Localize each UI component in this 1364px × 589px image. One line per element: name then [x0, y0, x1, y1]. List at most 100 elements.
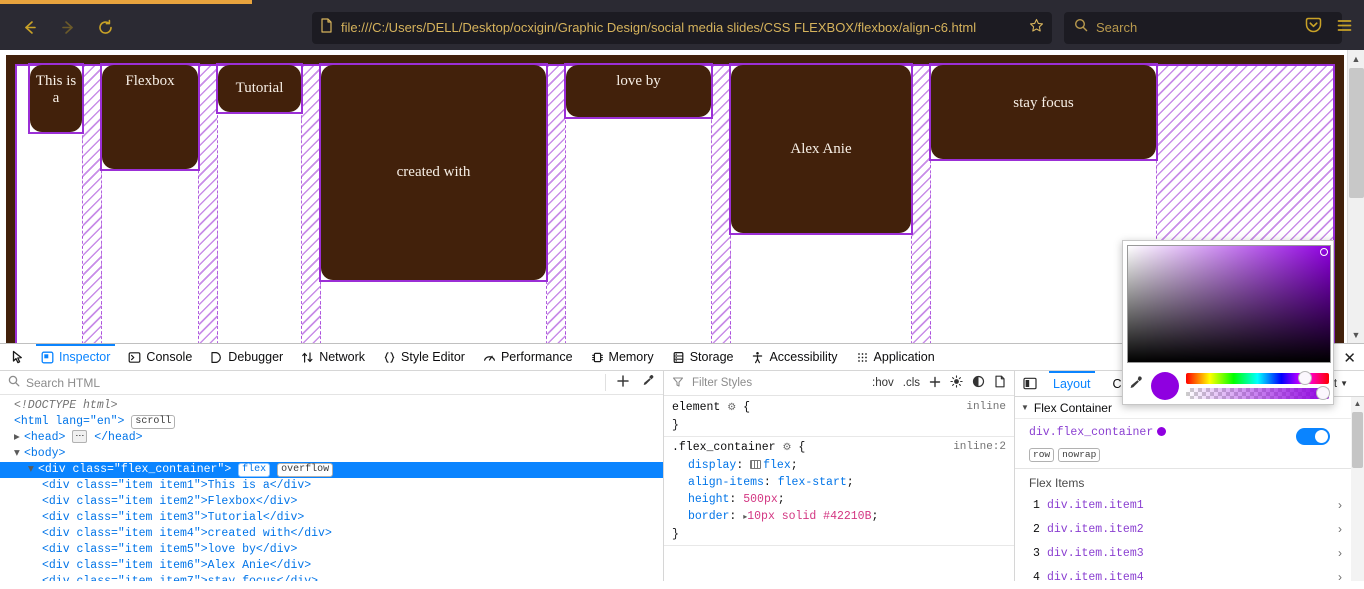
tree-line-item[interactable]: <div class="item item3">Tutorial</div>: [0, 510, 663, 526]
declaration-border[interactable]: border: ▸10px solid #42210B;: [672, 508, 1006, 526]
tab-console[interactable]: Console: [119, 344, 201, 371]
dark-mode-icon[interactable]: [972, 375, 985, 391]
close-devtools-icon[interactable]: ✕: [1343, 344, 1356, 371]
property-name[interactable]: align-items: [672, 476, 764, 489]
container-color-swatch[interactable]: [1157, 427, 1167, 436]
classes-button[interactable]: .cls: [903, 377, 920, 389]
layout-panel-scrollbar[interactable]: ▲: [1351, 397, 1364, 581]
reload-icon[interactable]: [88, 11, 122, 45]
tab-inspector[interactable]: Inspector: [32, 343, 119, 371]
page-scrollbar[interactable]: ▲ ▼: [1347, 50, 1364, 343]
rules-body[interactable]: element ⚙ { inline } .flex_container ⚙ {…: [664, 397, 1014, 581]
hue-slider-knob[interactable]: [1297, 371, 1312, 385]
flex-container-row[interactable]: div.flex_container row nowrap: [1015, 419, 1364, 469]
property-value[interactable]: 500px: [743, 493, 778, 506]
color-picker-gradient[interactable]: [1127, 245, 1331, 363]
color-picker-popup[interactable]: [1122, 240, 1334, 405]
tab-performance[interactable]: Performance: [474, 344, 582, 371]
light-mode-icon[interactable]: [950, 375, 963, 391]
chevron-right-icon[interactable]: ›: [1338, 546, 1342, 560]
tab-layout[interactable]: Layout: [1043, 370, 1101, 397]
chevron-down-icon[interactable]: ▼: [1021, 403, 1029, 412]
tree-line-item[interactable]: <div class="item item7">stay focus</div>: [0, 574, 663, 581]
alpha-slider-knob[interactable]: [1316, 386, 1331, 400]
hamburger-menu-icon[interactable]: [1335, 16, 1354, 40]
flex-item-selector[interactable]: div.item.item2: [1047, 523, 1144, 536]
chevron-right-icon[interactable]: ›: [1338, 522, 1342, 536]
rule-element[interactable]: element ⚙ { inline }: [664, 397, 1014, 437]
declaration-align-items[interactable]: align-items: flex-start;: [672, 474, 1006, 491]
tree-line-item[interactable]: <div class="item item1">This is a</div>: [0, 478, 663, 494]
property-name[interactable]: border: [672, 510, 729, 523]
add-rule-icon[interactable]: [929, 376, 941, 391]
tab-style-editor[interactable]: Style Editor: [374, 344, 474, 371]
tab-application[interactable]: Application: [847, 344, 944, 371]
scrollbar-thumb[interactable]: [1352, 412, 1363, 468]
tab-accessibility[interactable]: Accessibility: [742, 344, 846, 371]
chevron-right-icon[interactable]: ›: [1338, 570, 1342, 584]
property-value[interactable]: flex-start: [778, 476, 847, 489]
search-bar[interactable]: Search: [1064, 11, 1342, 44]
scroll-up-arrow-icon[interactable]: ▲: [1348, 50, 1364, 67]
collapsed-content-icon[interactable]: ⋯: [72, 430, 88, 443]
tree-line-head[interactable]: ▸ <head> ⋯ </head>: [0, 430, 663, 446]
tree-line-item[interactable]: <div class="item item2">Flexbox</div>: [0, 494, 663, 510]
flex-item-selector[interactable]: div.item.item1: [1047, 499, 1144, 512]
markup-search-bar[interactable]: Search HTML: [0, 371, 663, 395]
hue-slider[interactable]: [1186, 371, 1329, 385]
tree-line-html[interactable]: <html lang="en"> scroll: [0, 414, 663, 430]
eyedropper-icon[interactable]: [1127, 375, 1144, 397]
flex-overlay-toggle[interactable]: [1296, 428, 1330, 445]
flex-item-selector[interactable]: div.item.item4: [1047, 571, 1144, 584]
tab-memory[interactable]: Memory: [582, 344, 663, 371]
tree-line-item[interactable]: <div class="item item6">Alex Anie</div>: [0, 558, 663, 574]
property-name[interactable]: height: [672, 493, 729, 506]
eyedropper-icon[interactable]: [641, 374, 655, 391]
element-picker-icon[interactable]: [4, 350, 32, 365]
toggle-sidebar-icon[interactable]: [1019, 377, 1041, 390]
declaration-display[interactable]: display: flex;: [672, 457, 1006, 474]
alpha-slider[interactable]: [1186, 386, 1331, 400]
tab-storage[interactable]: Storage: [663, 344, 743, 371]
print-styles-icon[interactable]: [994, 375, 1006, 391]
gear-icon[interactable]: ⚙: [727, 403, 736, 414]
back-arrow-icon[interactable]: [12, 11, 46, 45]
flex-container-selector[interactable]: div.flex_container: [1029, 426, 1167, 439]
rule-flex-container[interactable]: .flex_container ⚙ { inline:2 display: fl…: [664, 437, 1014, 546]
chevron-down-icon[interactable]: ▼: [1340, 379, 1348, 388]
forward-arrow-icon[interactable]: [50, 11, 84, 45]
flex-item-selector[interactable]: div.item.item3: [1047, 547, 1144, 560]
scrollbar-thumb[interactable]: [1349, 68, 1364, 198]
tab-network[interactable]: Network: [292, 344, 374, 371]
rule-source[interactable]: inline: [966, 399, 1006, 416]
flex-item-row[interactable]: 2 div.item.item2 ›: [1015, 517, 1364, 541]
rule-selector[interactable]: .flex_container: [672, 441, 776, 454]
tree-line-item[interactable]: <div class="item item4">created with</di…: [0, 526, 663, 542]
tree-line-item[interactable]: <div class="item item5">love by</div>: [0, 542, 663, 558]
color-picker-swatch[interactable]: [1151, 372, 1179, 400]
overflow-badge[interactable]: overflow: [277, 463, 334, 477]
color-picker-handle[interactable]: [1320, 248, 1328, 256]
scroll-up-arrow-icon[interactable]: ▲: [1351, 397, 1364, 410]
gear-icon[interactable]: ⚙: [782, 443, 791, 454]
tab-debugger[interactable]: Debugger: [201, 344, 292, 371]
flex-item-row[interactable]: 4 div.item.item4 ›: [1015, 565, 1364, 589]
tree-line-body[interactable]: ▾ <body>: [0, 446, 663, 462]
property-name[interactable]: display: [672, 459, 736, 472]
property-value[interactable]: 10px solid #42210B: [747, 510, 871, 523]
tree-line-flex-container[interactable]: ▾ <div class="flex_container"> flex overf…: [0, 462, 663, 478]
hover-states-button[interactable]: :hov: [872, 377, 894, 389]
add-node-icon[interactable]: [616, 374, 630, 391]
address-bar[interactable]: file:///C:/Users/DELL/Desktop/ocxigin/Gr…: [312, 11, 1052, 44]
declaration-height[interactable]: height: 500px;: [672, 491, 1006, 508]
property-value[interactable]: flex: [763, 459, 791, 472]
filter-styles-placeholder[interactable]: Filter Styles: [692, 377, 752, 389]
flex-badge-icon[interactable]: [750, 460, 762, 469]
flex-item-row[interactable]: 3 div.item.item3 ›: [1015, 541, 1364, 565]
rule-source[interactable]: inline:2: [953, 439, 1006, 456]
pocket-icon[interactable]: [1304, 16, 1323, 40]
scroll-down-arrow-icon[interactable]: ▼: [1348, 326, 1364, 343]
chevron-right-icon[interactable]: ›: [1338, 498, 1342, 512]
flex-item-row[interactable]: 1 div.item.item1 ›: [1015, 493, 1364, 517]
star-icon[interactable]: [1029, 18, 1044, 38]
